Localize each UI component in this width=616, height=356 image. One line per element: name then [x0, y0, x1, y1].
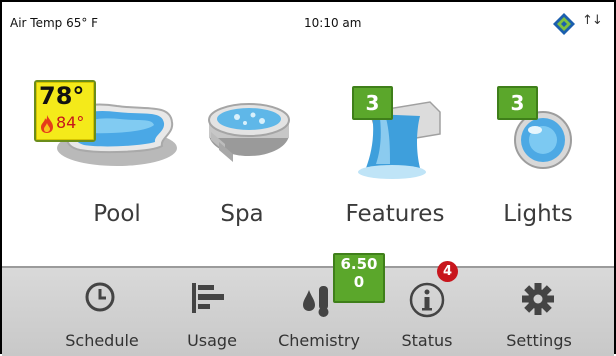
tile-label: Lights [503, 201, 573, 227]
air-temperature: Air Temp 65° F [10, 16, 99, 30]
nav-schedule[interactable]: Schedule [47, 266, 157, 352]
tile-features[interactable]: Features [320, 72, 470, 252]
info-icon [409, 282, 445, 318]
pool-temperature-badge: 78° 84° [34, 80, 96, 142]
nav-label: Schedule [65, 331, 139, 350]
usage-bars-icon [192, 283, 224, 313]
nav-label: Status [401, 331, 453, 350]
brand-logo-icon [553, 13, 575, 35]
nav-label: Usage [187, 331, 237, 350]
nav-label: Chemistry [278, 331, 360, 350]
nav-status[interactable]: Status [372, 266, 482, 352]
gear-icon [522, 283, 554, 315]
status-bar: Air Temp 65° F 10:10 am ↑↓ [2, 2, 614, 44]
clock: 10:10 am [304, 16, 362, 30]
alert-count-badge: 4 [437, 261, 458, 282]
heater-flame-icon [41, 115, 53, 133]
waterfall-icon [358, 101, 441, 179]
heat-setpoint: 84° [56, 113, 85, 132]
tile-lights[interactable]: Lights [463, 72, 613, 252]
clock-icon [85, 282, 115, 312]
tile-label: Spa [220, 201, 264, 227]
spa-icon [208, 103, 290, 162]
tile-spa[interactable]: Spa [167, 72, 317, 252]
nav-label: Settings [506, 331, 572, 350]
light-icon [514, 111, 572, 169]
nav-usage[interactable]: Usage [157, 266, 267, 352]
lights-count-badge: 3 [497, 86, 538, 120]
tile-label: Features [345, 201, 445, 227]
nav-settings[interactable]: Settings [484, 266, 594, 352]
network-activity-icon: ↑↓ [582, 13, 603, 28]
features-count-badge: 3 [352, 86, 393, 120]
chemistry-icon [303, 286, 329, 317]
pool-temperature: 78° [39, 82, 85, 110]
